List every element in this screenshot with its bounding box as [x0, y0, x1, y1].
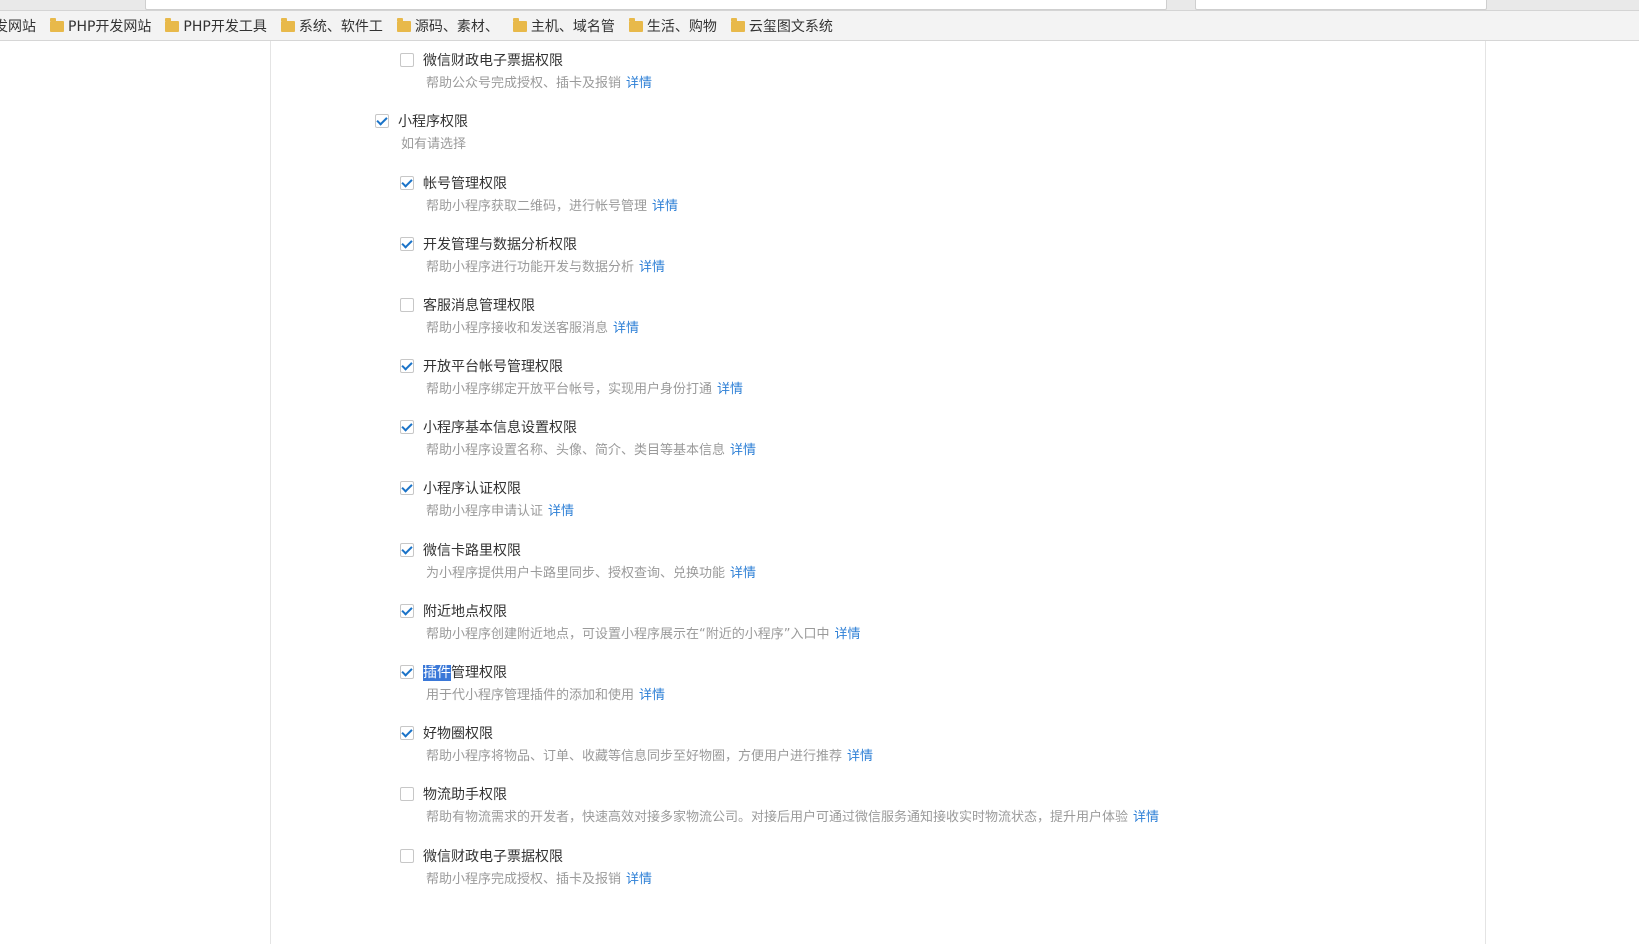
permission-description: 帮助小程序获取二维码，进行帐号管理 [426, 198, 648, 214]
bookmark-0[interactable]: 发网站 [0, 16, 36, 36]
permission-title: 小程序基本信息设置权限 [423, 420, 577, 436]
permission-description: 帮助有物流需求的开发者，快速高效对接多家物流公司。对接后用户可通过微信服务通知接… [426, 809, 1129, 825]
permission-description: 用于代小程序管理插件的添加和使用 [426, 687, 635, 703]
detail-link[interactable]: 详情 [548, 500, 574, 519]
bookmark-bar: 发网站 PHP开发网站 PHP开发工具 系统、软件工 源码、素材、 主机、域名管… [0, 11, 1639, 41]
bookmark-3[interactable]: 系统、软件工 [280, 16, 383, 36]
permission-checkbox[interactable] [400, 237, 414, 251]
permission-checkbox[interactable] [400, 604, 414, 618]
permission-checkbox[interactable] [400, 420, 414, 434]
browser-toolbar [0, 0, 1639, 11]
permission-item-logistics: 物流助手权限 帮助有物流需求的开发者，快速高效对接多家物流公司。对接后用户可通过… [400, 784, 1159, 825]
bookmark-label: PHP开发工具 [183, 18, 267, 35]
detail-link[interactable]: 详情 [730, 439, 756, 458]
permission-title-rest: 管理权限 [451, 665, 507, 681]
bookmark-6[interactable]: 生活、购物 [628, 16, 717, 36]
folder-icon [165, 17, 180, 32]
bookmark-7[interactable]: 云玺图文系统 [730, 16, 833, 36]
permission-title: 开放平台帐号管理权限 [423, 359, 563, 375]
browser-search-box[interactable] [1195, 0, 1487, 10]
bookmark-label: 云玺图文系统 [748, 18, 833, 35]
bookmark-5[interactable]: 主机、域名管 [512, 16, 615, 36]
address-bar[interactable] [145, 0, 1167, 10]
detail-link[interactable]: 详情 [1133, 806, 1159, 825]
detail-link[interactable]: 详情 [639, 684, 665, 703]
bookmark-label: 主机、域名管 [530, 18, 615, 35]
permission-title: 微信财政电子票据权限 [423, 849, 563, 865]
permission-checkbox[interactable] [400, 298, 414, 312]
detail-link[interactable]: 详情 [652, 195, 678, 214]
bookmark-label: PHP开发网站 [68, 18, 152, 35]
permission-item-mp-einvoice: 微信财政电子票据权限 帮助小程序完成授权、插卡及报销 详情 [400, 846, 652, 887]
permission-group-hint: 如有请选择 [401, 136, 467, 152]
permission-item-account: 帐号管理权限 帮助小程序获取二维码，进行帐号管理 详情 [400, 173, 678, 214]
permission-item-nearby: 附近地点权限 帮助小程序创建附近地点，可设置小程序展示在“附近的小程序”入口中 … [400, 601, 861, 642]
folder-icon [628, 17, 643, 32]
permission-title: 物流助手权限 [423, 787, 507, 803]
permission-title: 附近地点权限 [423, 604, 507, 620]
permission-checkbox[interactable] [400, 53, 414, 67]
detail-link[interactable]: 详情 [717, 378, 743, 397]
selected-text: 插件 [423, 665, 451, 681]
permission-title: 开发管理与数据分析权限 [423, 237, 577, 253]
permission-checkbox[interactable] [400, 359, 414, 373]
detail-link[interactable]: 详情 [639, 256, 665, 275]
permission-description: 帮助小程序设置名称、头像、简介、类目等基本信息 [426, 442, 726, 458]
permission-item-plugin: 插件管理权限 用于代小程序管理插件的添加和使用 详情 [400, 662, 665, 703]
bookmark-label: 发网站 [0, 18, 36, 35]
permission-title: 小程序认证权限 [423, 481, 521, 497]
folder-icon [280, 17, 295, 32]
bookmark-4[interactable]: 源码、素材、 [396, 16, 499, 36]
permission-item-calorie: 微信卡路里权限 为小程序提供用户卡路里同步、授权查询、兑换功能 详情 [400, 540, 756, 581]
permission-title: 帐号管理权限 [423, 176, 507, 192]
detail-link[interactable]: 详情 [626, 72, 652, 91]
permission-title: 好物圈权限 [423, 726, 493, 742]
permission-checkbox[interactable] [400, 849, 414, 863]
bookmark-label: 源码、素材、 [414, 18, 499, 35]
permission-title: 微信财政电子票据权限 [423, 53, 563, 69]
detail-link[interactable]: 详情 [613, 317, 639, 336]
detail-link[interactable]: 详情 [834, 623, 860, 642]
permission-description: 帮助小程序完成授权、插卡及报销 [426, 871, 622, 887]
permission-checkbox[interactable] [400, 481, 414, 495]
bookmark-label: 生活、购物 [646, 18, 717, 35]
permission-item-verification: 小程序认证权限 帮助小程序申请认证 详情 [400, 478, 574, 519]
permission-checkbox[interactable] [400, 176, 414, 190]
detail-link[interactable]: 详情 [730, 562, 756, 581]
detail-link[interactable]: 详情 [626, 868, 652, 887]
permission-item-goods-circle: 好物圈权限 帮助小程序将物品、订单、收藏等信息同步至好物圈，方便用户进行推荐 详… [400, 723, 873, 764]
permission-title: 插件管理权限 [423, 662, 507, 682]
permission-group-title: 小程序权限 [398, 114, 468, 130]
detail-link[interactable]: 详情 [847, 745, 873, 764]
permission-description: 帮助公众号完成授权、插卡及报销 [426, 75, 622, 91]
permission-checkbox[interactable] [400, 665, 414, 679]
folder-icon [50, 17, 64, 32]
permission-description: 帮助小程序进行功能开发与数据分析 [426, 259, 635, 275]
permission-description: 帮助小程序申请认证 [426, 503, 544, 519]
permission-title: 客服消息管理权限 [423, 298, 535, 314]
permission-item-dev-analytics: 开发管理与数据分析权限 帮助小程序进行功能开发与数据分析 详情 [400, 234, 665, 275]
permission-checkbox[interactable] [400, 726, 414, 740]
permission-item-oa-einvoice: 微信财政电子票据权限 帮助公众号完成授权、插卡及报销 详情 [400, 50, 652, 91]
permission-description: 为小程序提供用户卡路里同步、授权查询、兑换功能 [426, 565, 726, 581]
permission-description: 帮助小程序将物品、订单、收藏等信息同步至好物圈，方便用户进行推荐 [426, 748, 843, 764]
permission-group-checkbox[interactable] [375, 114, 389, 128]
permission-title: 微信卡路里权限 [423, 543, 521, 559]
folder-icon [396, 17, 411, 32]
bookmark-1[interactable]: PHP开发网站 [50, 16, 151, 36]
permission-group-mini-program: 小程序权限 如有请选择 [375, 111, 468, 152]
permission-item-basic-info: 小程序基本信息设置权限 帮助小程序设置名称、头像、简介、类目等基本信息 详情 [400, 417, 756, 458]
bookmark-2[interactable]: PHP开发工具 [165, 16, 267, 36]
permission-checkbox[interactable] [400, 787, 414, 801]
permission-item-customer-service: 客服消息管理权限 帮助小程序接收和发送客服消息 详情 [400, 295, 639, 336]
permission-description: 帮助小程序创建附近地点，可设置小程序展示在“附近的小程序”入口中 [426, 626, 830, 642]
permission-item-open-platform: 开放平台帐号管理权限 帮助小程序绑定开放平台帐号，实现用户身份打通 详情 [400, 356, 743, 397]
bookmark-label: 系统、软件工 [298, 18, 383, 35]
permission-description: 帮助小程序绑定开放平台帐号，实现用户身份打通 [426, 381, 713, 397]
folder-icon [730, 17, 745, 32]
permission-checkbox[interactable] [400, 543, 414, 557]
folder-icon [512, 17, 527, 32]
permission-description: 帮助小程序接收和发送客服消息 [426, 320, 609, 336]
